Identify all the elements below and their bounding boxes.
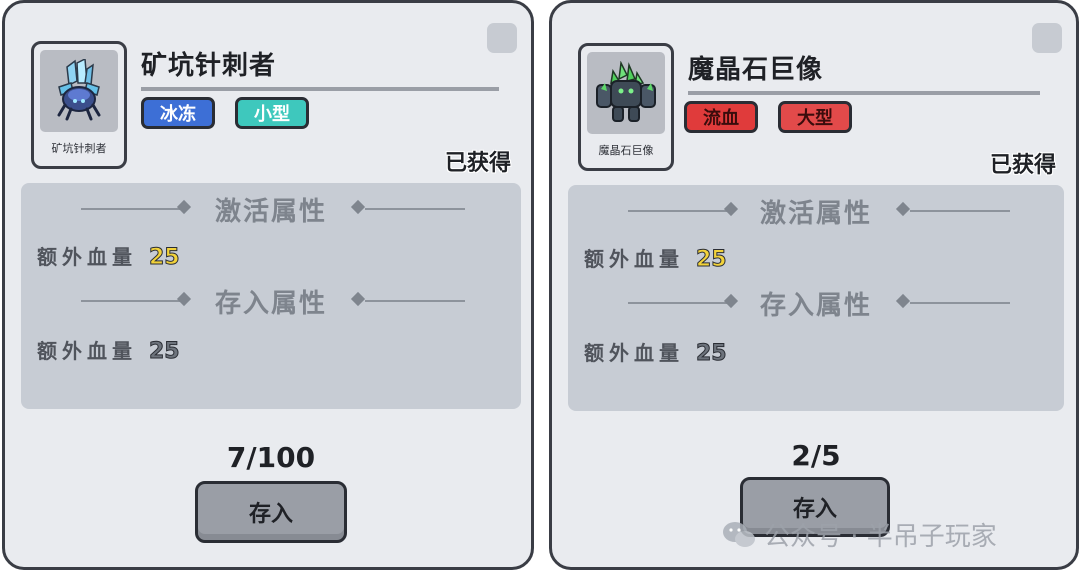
store-button[interactable]: 存入 bbox=[195, 481, 347, 543]
portrait-name: 魔晶石巨像 bbox=[598, 144, 654, 157]
watermark-text: 公众号 · 半吊子玩家 bbox=[764, 522, 997, 552]
watermark: 公众号 · 半吊子玩家 bbox=[722, 516, 997, 553]
activate-attr-header: 激活属性 bbox=[21, 191, 521, 227]
attr-label: 额外血量 bbox=[584, 341, 684, 365]
monster-card-right: 魔晶石巨像 魔晶石巨像 流血 大型 已获得 激活属性 额外血量 25 存入属性 … bbox=[549, 0, 1079, 570]
monster-name: 矿坑针刺者 bbox=[141, 51, 277, 81]
corner-toggle-button[interactable] bbox=[1032, 23, 1062, 53]
activate-attr-row: 额外血量 25 bbox=[37, 241, 180, 271]
attr-value: 25 bbox=[695, 247, 727, 273]
tag-element: 流血 bbox=[684, 101, 758, 133]
attr-label: 额外血量 bbox=[37, 339, 137, 363]
tag-size: 小型 bbox=[235, 97, 309, 129]
monster-portrait[interactable]: 魔晶石巨像 bbox=[578, 43, 674, 171]
crystal-spider-icon bbox=[40, 50, 118, 132]
activate-attr-header: 激活属性 bbox=[568, 193, 1064, 229]
tag-element: 冰冻 bbox=[141, 97, 215, 129]
attr-value: 25 bbox=[695, 341, 727, 367]
attribute-panel: 激活属性 额外血量 25 存入属性 额外血量 25 bbox=[568, 185, 1064, 411]
portrait-name: 矿坑针刺者 bbox=[51, 142, 107, 155]
monster-name: 魔晶石巨像 bbox=[688, 55, 824, 85]
status-obtained: 已获得 bbox=[989, 153, 1056, 178]
corner-toggle-button[interactable] bbox=[487, 23, 517, 53]
wechat-icon bbox=[722, 520, 756, 550]
store-attr-header: 存入属性 bbox=[568, 285, 1064, 321]
attr-label: 额外血量 bbox=[37, 245, 137, 269]
title-divider bbox=[688, 91, 1040, 95]
tag-size: 大型 bbox=[778, 101, 852, 133]
status-obtained: 已获得 bbox=[444, 151, 511, 176]
attribute-panel: 激活属性 额外血量 25 存入属性 额外血量 25 bbox=[21, 183, 521, 409]
attr-label: 额外血量 bbox=[584, 247, 684, 271]
attr-value: 25 bbox=[148, 339, 180, 365]
store-attr-row: 额外血量 25 bbox=[37, 335, 180, 365]
store-attr-row: 额外血量 25 bbox=[584, 337, 727, 367]
crystal-golem-icon bbox=[587, 52, 665, 134]
collection-count: 7/100 bbox=[226, 441, 316, 474]
activate-attr-row: 额外血量 25 bbox=[584, 243, 727, 273]
collection-count: 2/5 bbox=[791, 439, 841, 472]
monster-portrait[interactable]: 矿坑针刺者 bbox=[31, 41, 127, 169]
store-attr-header: 存入属性 bbox=[21, 283, 521, 319]
monster-card-left: 矿坑针刺者 矿坑针刺者 冰冻 小型 已获得 激活属性 额外血量 25 存入属性 … bbox=[2, 0, 534, 570]
attr-value: 25 bbox=[148, 245, 180, 271]
title-divider bbox=[141, 87, 499, 91]
